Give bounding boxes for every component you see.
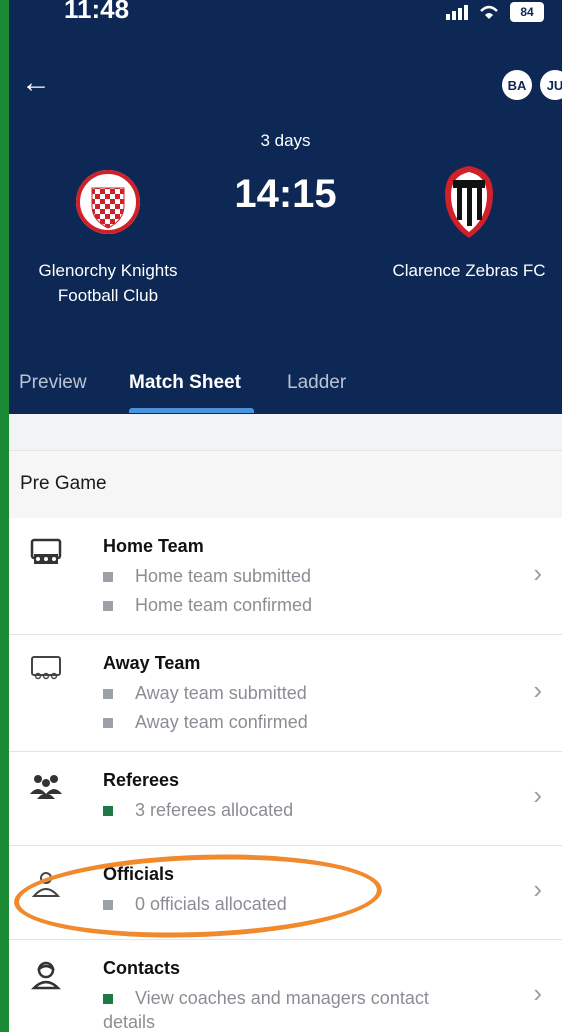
tab-preview[interactable]: Preview — [19, 372, 87, 394]
active-tab-indicator — [129, 408, 254, 413]
list-item-contacts[interactable]: Contacts View coaches and managers conta… — [9, 940, 562, 1032]
list-item-home-team[interactable]: Home Team Home team submitted Home team … — [9, 518, 562, 635]
referees-icon — [30, 775, 62, 799]
back-arrow-icon[interactable]: ← — [21, 68, 51, 98]
chevron-right-icon: › — [533, 780, 542, 810]
battery-icon: 84 — [510, 2, 544, 22]
tab-bar: Preview Match Sheet Ladder — [9, 370, 562, 414]
contacts-icon — [30, 961, 62, 990]
signal-icon — [446, 4, 468, 20]
row-status: Home team confirmed — [103, 595, 312, 616]
row-title: Contacts — [103, 958, 181, 978]
avatar-group: BA JU — [502, 70, 562, 100]
home-team-name: Glenorchy Knights Football Club — [38, 261, 178, 305]
status-time: 11:48 — [64, 0, 130, 24]
chevron-right-icon: › — [533, 675, 542, 705]
away-team-name: Clarence Zebras FC — [392, 261, 546, 280]
avatar[interactable]: JU — [540, 70, 562, 100]
countdown-label: 3 days — [260, 131, 311, 150]
row-status: 3 referees allocated — [103, 800, 293, 821]
match-header: 11:48 84 ← BA JU 3 days 14:15 Glenorchy … — [9, 0, 562, 414]
status-icons: 84 — [446, 2, 544, 22]
tab-ladder[interactable]: Ladder — [287, 372, 346, 394]
row-status: View coaches and managers contact — [103, 988, 429, 1009]
chevron-right-icon: › — [533, 978, 542, 1008]
away-team-crest — [445, 166, 493, 238]
row-status: Away team submitted — [103, 683, 307, 704]
row-status: Away team confirmed — [103, 712, 308, 733]
wifi-icon — [480, 5, 498, 19]
chevron-right-icon: › — [533, 558, 542, 588]
row-title: Referees — [103, 770, 180, 790]
tab-match-sheet[interactable]: Match Sheet — [129, 372, 241, 394]
row-title: Away Team — [103, 653, 201, 673]
row-title: Home Team — [103, 536, 204, 556]
away-team-icon — [31, 656, 61, 680]
home-team-icon — [30, 538, 62, 564]
list-item-away-team[interactable]: Away Team Away team submitted Away team … — [9, 635, 562, 752]
home-team-crest — [76, 170, 140, 234]
chevron-right-icon: › — [533, 874, 542, 904]
row-status: details — [103, 1012, 156, 1032]
row-status: Home team submitted — [103, 566, 311, 587]
avatar[interactable]: BA — [502, 70, 532, 100]
section-title: Pre Game — [9, 450, 562, 518]
list-item-referees[interactable]: Referees 3 referees allocated › — [9, 752, 562, 846]
